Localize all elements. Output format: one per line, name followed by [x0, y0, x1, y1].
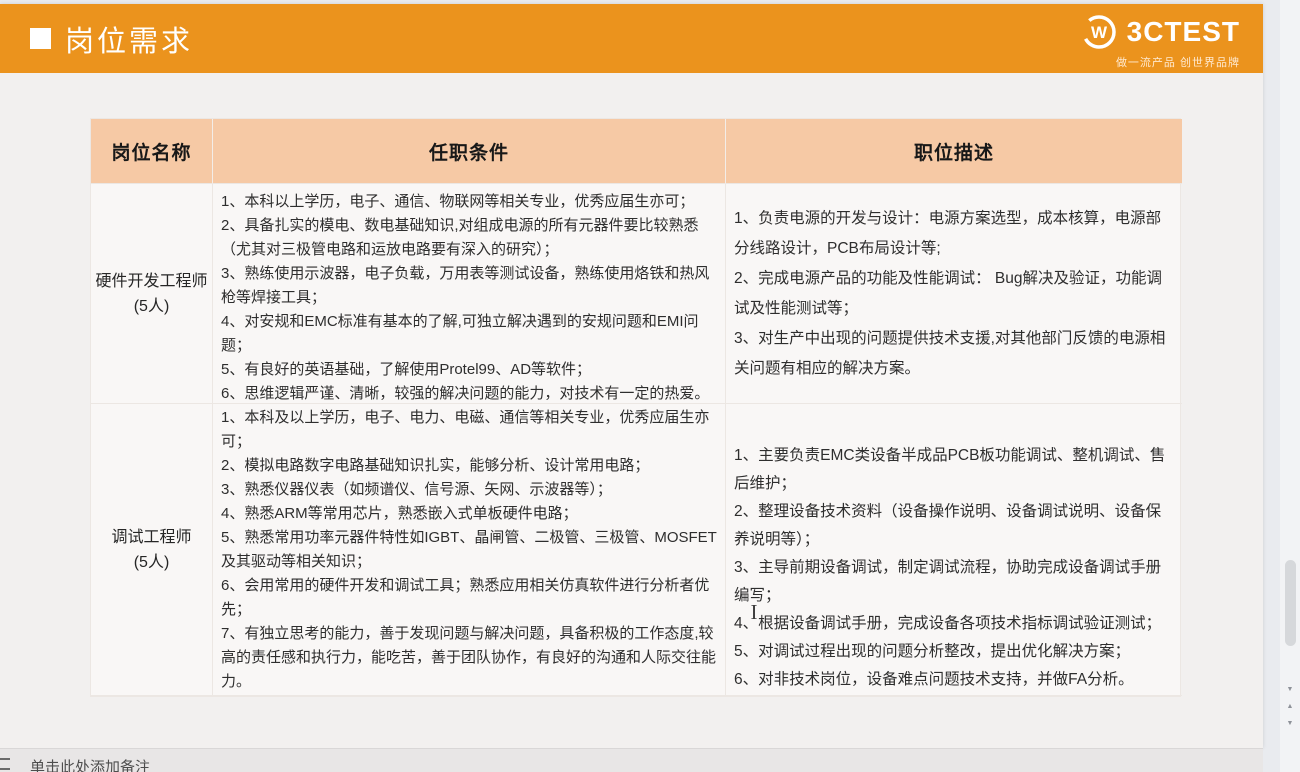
notes-pane[interactable]: 单击此处添加备注: [0, 748, 1263, 772]
page-title: 岗位需求: [65, 18, 193, 60]
notes-partial-icon: [0, 758, 10, 770]
requirement-item: 3、熟练使用示波器，电子负载，万用表等测试设备，熟练使用烙铁和热风枪等焊接工具；: [221, 262, 717, 310]
requirement-item: 4、对安规和EMC标准有基本的了解,可独立解决遇到的安规问题和EMI问题；: [221, 310, 717, 358]
table-row2-requirements-cell[interactable]: 1、本科及以上学历，电子、电力、电磁、通信等相关专业，优秀应届生亦可； 2、模拟…: [213, 404, 726, 696]
table-row2-description-cell[interactable]: 1、主要负责EMC类设备半成品PCB板功能调试、整机调试、售后维护； 2、整理设…: [726, 404, 1182, 696]
requirement-item: 4、熟悉ARM等常用芯片，熟悉嵌入式单板硬件电路；: [221, 502, 717, 526]
previous-slide-button[interactable]: ▲: [1287, 703, 1294, 710]
vertical-scrollbar-thumb[interactable]: [1285, 560, 1296, 646]
description-item: 2、完成电源产品的功能及性能调试： Bug解决及验证，功能调试及性能测试等；: [734, 264, 1174, 324]
requirement-item: 5、有良好的英语基础，了解使用Protel99、AD等软件；: [221, 358, 717, 382]
notes-placeholder[interactable]: 单击此处添加备注: [30, 756, 150, 772]
table-row2-position-cell[interactable]: 调试工程师 (5人): [91, 404, 213, 696]
description-item: 6、对非技术岗位，设备难点问题技术支持，并做FA分析。: [734, 666, 1174, 694]
logo-tagline: 做一流产品 创世界品牌: [1079, 54, 1240, 70]
description-item: 1、负责电源的开发与设计：电源方案选型，成本核算，电源部分线路设计，PCB布局设…: [734, 204, 1174, 264]
requirement-item: 3、熟悉仪器仪表（如频谱仪、信号源、矢网、示波器等）；: [221, 478, 717, 502]
table-row1-description-cell[interactable]: 1、负责电源的开发与设计：电源方案选型，成本核算，电源部分线路设计，PCB布局设…: [726, 184, 1182, 404]
title-bullet-square-icon: [30, 28, 51, 49]
description-item: 3、主导前期设备调试，制定调试流程，协助完成设备调试手册编写；: [734, 554, 1174, 610]
position-name: 硬件开发工程师: [95, 269, 207, 294]
description-item: 4、根据设备调试手册，完成设备各项技术指标调试验证测试；: [734, 610, 1174, 638]
logo-brand-text: 3CTEST: [1127, 16, 1240, 48]
table-row1-position-cell[interactable]: 硬件开发工程师 (5人): [91, 184, 213, 404]
requirement-item: 6、思维逻辑严谨、清晰，较强的解决问题的能力，对技术有一定的热爱。: [221, 382, 717, 404]
position-name: 调试工程师: [111, 525, 191, 550]
next-slide-button[interactable]: ▼: [1287, 720, 1294, 727]
requirement-item: 2、模拟电路数字电路基础知识扎实，能够分析、设计常用电路；: [221, 454, 717, 478]
requirement-item: 7、有独立思考的能力，善于发现问题与解决问题，具备积极的工作态度,较高的责任感和…: [221, 622, 717, 694]
svg-text:W: W: [1091, 23, 1108, 42]
slide-canvas[interactable]: 岗位需求 W 3CTEST 做一流产品 创世界品牌 岗位名称 任职条件 职位描述…: [0, 4, 1263, 748]
position-headcount: (5人): [134, 550, 170, 575]
requirement-item: 5、熟悉常用功率元器件特性如IGBT、晶闸管、二极管、三极管、MOSFET及其驱…: [221, 526, 717, 574]
column-header-qualifications[interactable]: 任职条件: [213, 119, 726, 184]
title-band: 岗位需求 W 3CTEST 做一流产品 创世界品牌: [0, 4, 1263, 73]
description-item: 3、对生产中出现的问题提供技术支援,对其他部门反馈的电源相关问题有相应的解决方案…: [734, 324, 1174, 384]
slide-title-box[interactable]: 岗位需求: [30, 4, 193, 73]
requirement-item: 2、具备扎实的模电、数电基础知识,对组成电源的所有元器件要比较熟悉（尤其对三极管…: [221, 214, 717, 262]
position-headcount: (5人): [134, 294, 170, 319]
column-header-position[interactable]: 岗位名称: [91, 119, 213, 184]
description-item: 5、对调试过程出现的问题分析整改，提出优化解决方案；: [734, 638, 1174, 666]
requirement-item: 1、本科及以上学历，电子、电力、电磁、通信等相关专业，优秀应届生亦可；: [221, 406, 717, 454]
3ctest-logo-icon: W: [1079, 12, 1119, 52]
description-item: 2、整理设备技术资料（设备操作说明、设备调试说明、设备保养说明等）；: [734, 498, 1174, 554]
requirement-item: 6、会用常用的硬件开发和调试工具；熟悉应用相关仿真软件进行分析者优先；: [221, 574, 717, 622]
scroll-down-arrow-icon[interactable]: ▼: [1287, 686, 1294, 693]
column-header-description[interactable]: 职位描述: [726, 119, 1182, 184]
vertical-scrollbar-track[interactable]: ▼ ▲ ▼: [1280, 0, 1300, 772]
requirement-item: 1、本科以上学历，电子、通信、物联网等相关专业，优秀应届生亦可；: [221, 190, 717, 214]
job-requirements-table[interactable]: 岗位名称 任职条件 职位描述 硬件开发工程师 (5人) 1、本科以上学历，电子、…: [90, 118, 1181, 697]
company-logo[interactable]: W 3CTEST 做一流产品 创世界品牌: [1079, 12, 1240, 70]
description-item: 1、主要负责EMC类设备半成品PCB板功能调试、整机调试、售后维护；: [734, 442, 1174, 498]
table-row1-requirements-cell[interactable]: 1、本科以上学历，电子、通信、物联网等相关专业，优秀应届生亦可； 2、具备扎实的…: [213, 184, 726, 404]
